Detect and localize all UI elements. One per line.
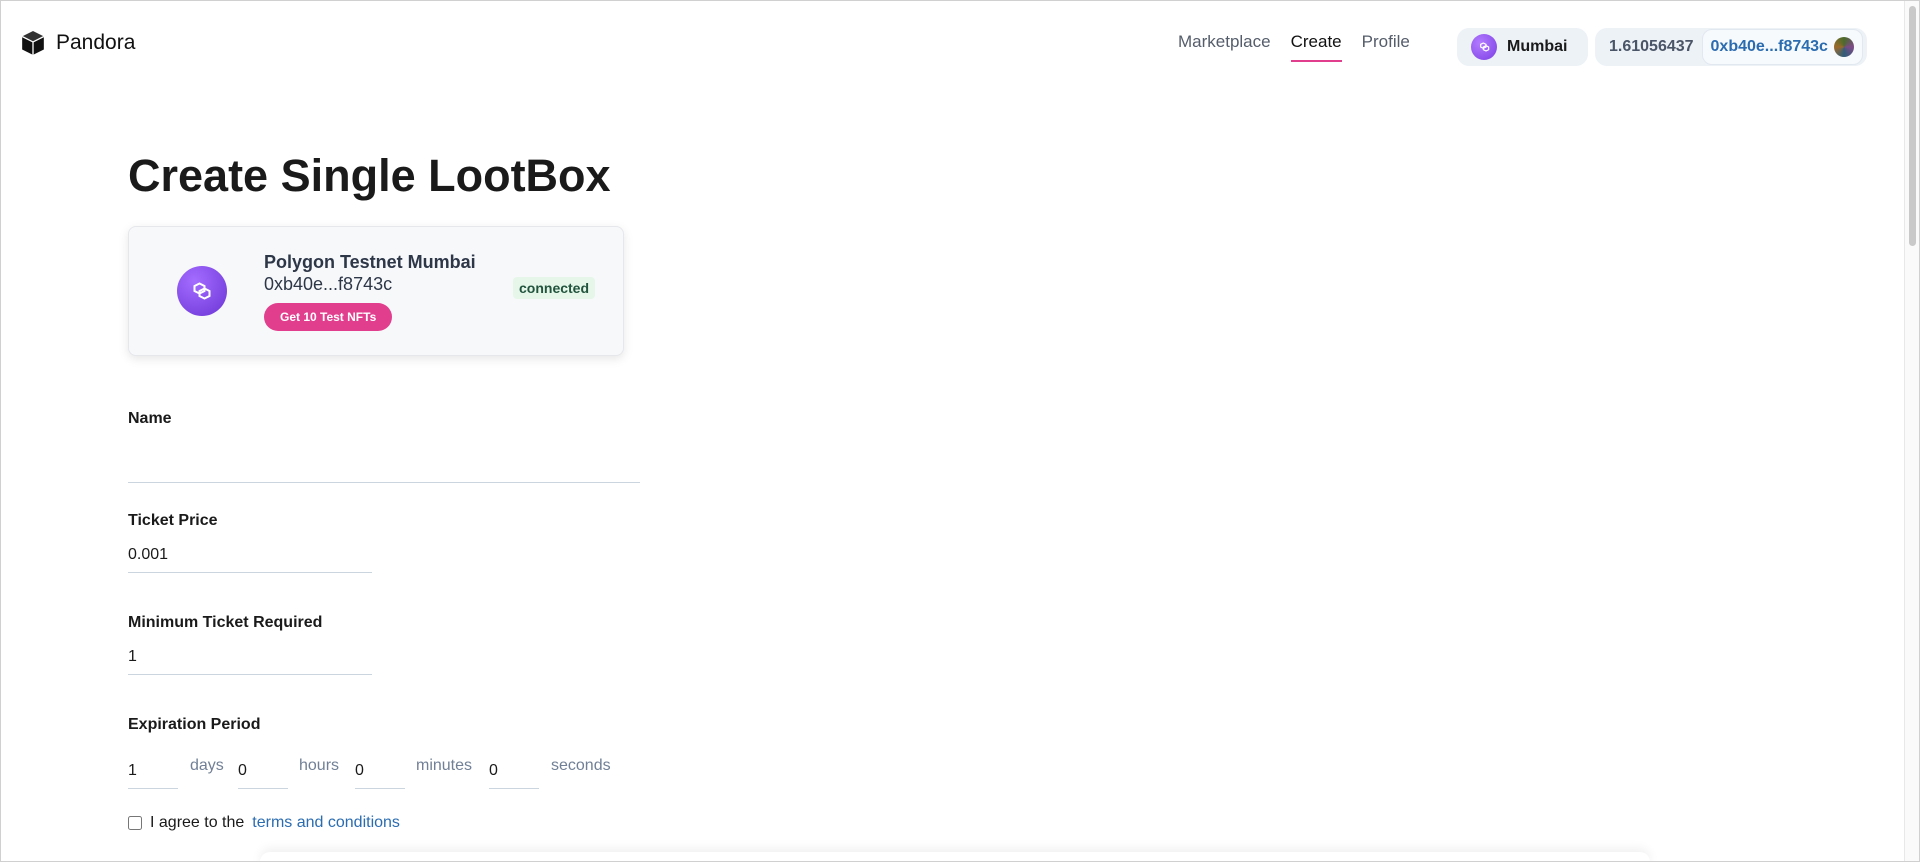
next-section-edge xyxy=(260,852,1650,862)
nav-marketplace[interactable]: Marketplace xyxy=(1178,32,1271,62)
top-header: Pandora Marketplace Create Profile Mumba… xyxy=(0,0,1904,90)
ticket-price-input[interactable] xyxy=(128,538,372,573)
ticket-price-label: Ticket Price xyxy=(128,512,218,529)
vertical-scrollbar[interactable] xyxy=(1904,0,1920,862)
seconds-input[interactable] xyxy=(489,754,539,789)
days-unit: days xyxy=(190,757,224,774)
wallet-address: 0xb40e...f8743c xyxy=(1710,38,1828,55)
get-test-nfts-button[interactable]: Get 10 Test NFTs xyxy=(264,303,393,331)
terms-link[interactable]: terms and conditions xyxy=(252,814,400,832)
terms-agreement-row: I agree to the terms and conditions xyxy=(128,814,400,832)
network-address: 0xb40e...f8743c xyxy=(264,274,393,294)
app-logo[interactable]: Pandora xyxy=(20,30,135,56)
window-border xyxy=(0,0,1920,862)
network-card: Polygon Testnet Mumbai 0xb40e...f8743c G… xyxy=(128,226,624,356)
chain-selector[interactable]: Mumbai xyxy=(1457,28,1588,66)
min-ticket-label: Minimum Ticket Required xyxy=(128,614,323,631)
name-input[interactable] xyxy=(128,448,640,483)
seconds-unit: seconds xyxy=(551,757,611,774)
nav-profile[interactable]: Profile xyxy=(1362,32,1410,62)
days-input[interactable] xyxy=(128,754,178,789)
terms-checkbox[interactable] xyxy=(128,816,142,830)
polygon-icon xyxy=(1471,34,1497,60)
nav-create[interactable]: Create xyxy=(1290,32,1342,62)
hours-unit: hours xyxy=(299,757,340,774)
hours-input[interactable] xyxy=(238,754,288,789)
page-root: Pandora Marketplace Create Profile Mumba… xyxy=(0,0,1920,862)
minutes-unit: minutes xyxy=(416,757,473,774)
wallet-balance: 1.61056437 xyxy=(1609,38,1694,55)
avatar xyxy=(1833,37,1854,57)
status-badge: connected xyxy=(513,277,596,299)
polygon-network-icon xyxy=(177,266,227,316)
app-name: Pandora xyxy=(56,31,136,54)
account-pill[interactable]: 1.61056437 0xb40e...f8743c xyxy=(1595,28,1867,66)
minutes-input[interactable] xyxy=(355,754,405,789)
network-name: Polygon Testnet Mumbai xyxy=(264,252,476,272)
main-nav: Marketplace Create Profile xyxy=(1178,32,1410,62)
wallet-address-button[interactable]: 0xb40e...f8743c xyxy=(1701,29,1863,65)
chain-label: Mumbai xyxy=(1507,38,1568,55)
cube-icon xyxy=(20,30,46,56)
expiration-label: Expiration Period xyxy=(128,716,261,733)
scroll-thumb[interactable] xyxy=(1909,6,1916,246)
page-title: Create Single LootBox xyxy=(128,150,611,201)
name-label: Name xyxy=(128,410,172,427)
min-ticket-input[interactable] xyxy=(128,640,372,675)
agree-text: I agree to the xyxy=(150,814,245,831)
